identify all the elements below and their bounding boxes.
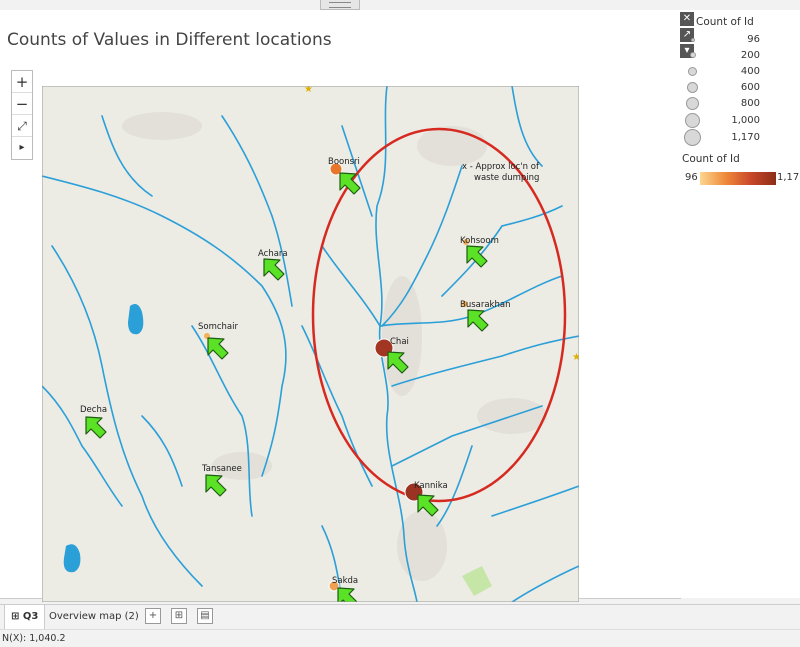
zoom-out-button[interactable]: − <box>12 93 32 115</box>
new-dashboard-icon[interactable]: ⊞ <box>171 608 187 624</box>
color-legend-title: Count of Id <box>682 153 740 165</box>
size-legend-row: 96 <box>680 32 800 48</box>
new-worksheet-icon[interactable]: + <box>145 608 161 624</box>
color-legend-max: 1,170 <box>777 172 800 183</box>
star-marker-icon: ★ <box>304 86 313 95</box>
size-legend-row: 1,170 <box>680 129 800 146</box>
page-title: Counts of Values in Different locations <box>7 30 332 50</box>
size-swatch <box>687 82 698 93</box>
size-legend-row: 200 <box>680 48 800 64</box>
city-label-tansanee: Tansanee <box>201 464 242 474</box>
size-swatch <box>690 52 696 58</box>
size-swatch <box>685 113 700 128</box>
pan-tool-button[interactable]: ⤢ <box>12 115 32 137</box>
close-icon[interactable]: ✕ <box>680 12 694 26</box>
waste-dumping-note-line-1: x - Approx loc'n of <box>462 162 540 172</box>
size-legend-value: 1,000 <box>731 115 760 126</box>
color-legend-gradient <box>700 172 776 185</box>
size-legend-value: 800 <box>740 98 760 109</box>
city-label-chai: Chai <box>390 337 409 347</box>
expand-toolbar-button[interactable]: ▸ <box>12 137 32 159</box>
sheet-icon: ⊞ <box>11 611 20 622</box>
size-swatch <box>686 97 699 110</box>
sheet-tab-bar: ⊞ Q3 Overview map (2) + ⊞ ▤ <box>0 604 800 629</box>
city-label-busarakhan: Busarakhan <box>460 300 510 310</box>
size-legend-value: 600 <box>740 82 760 93</box>
size-swatch <box>684 129 701 146</box>
size-legend-title: Count of Id <box>696 16 754 28</box>
legend-sidebar: ✕ ↗ ▾ Count of Id 96 200 400 600 800 1,0… <box>680 10 800 598</box>
tab-q3[interactable]: ⊞ Q3 <box>4 605 46 629</box>
size-legend-row: 600 <box>680 80 800 96</box>
map-canvas[interactable]: Boonsri Achara Somchair Decha Tansanee K… <box>42 86 579 602</box>
city-label-kannika: Kannika <box>414 481 448 491</box>
city-label-achara: Achara <box>258 249 288 259</box>
new-story-icon[interactable]: ▤ <box>197 608 213 624</box>
map-zoom-controls: + − ⤢ ▸ <box>11 70 33 160</box>
city-label-decha: Decha <box>80 405 107 415</box>
color-legend-min: 96 <box>685 172 698 183</box>
status-bar: N(X): 1,040.2 <box>0 629 800 646</box>
city-label-sakda: Sakda <box>332 576 358 586</box>
panel-resize-handle[interactable] <box>320 0 360 10</box>
waste-dumping-note-line-2: waste dumping <box>474 173 539 183</box>
size-legend-row: 800 <box>680 96 800 112</box>
size-legend-value: 400 <box>740 66 760 77</box>
size-legend-value: 200 <box>740 50 760 61</box>
size-swatch <box>691 38 695 42</box>
size-legend-row: 1,000 <box>680 113 800 129</box>
size-legend-value: 1,170 <box>731 132 760 143</box>
star-marker-icon: ★ <box>572 352 579 363</box>
city-label-somchair: Somchair <box>198 322 239 332</box>
size-legend-row: 400 <box>680 64 800 80</box>
dashboard-view: Counts of Values in Different locations … <box>0 10 681 602</box>
city-label-boonsri: Boonsri <box>328 157 360 167</box>
size-swatch <box>688 67 697 76</box>
tab-overview-map[interactable]: Overview map (2) <box>43 605 145 629</box>
size-legend-value: 96 <box>747 34 760 45</box>
city-label-kohsoom: Kohsoom <box>460 236 499 246</box>
tab-label: Q3 <box>22 611 39 622</box>
zoom-in-button[interactable]: + <box>12 71 32 93</box>
